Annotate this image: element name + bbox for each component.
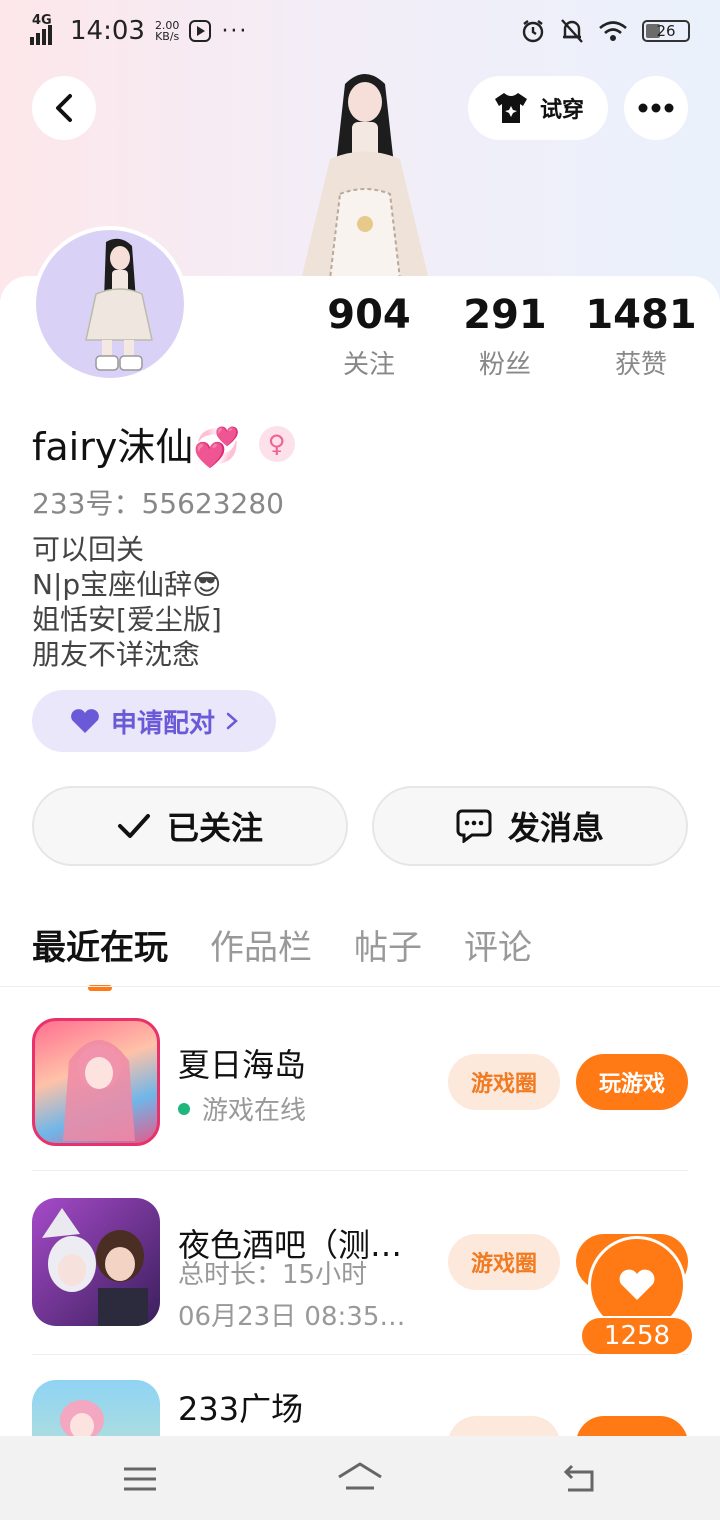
tshirt-icon [494,93,527,123]
back-button[interactable] [32,76,96,140]
tab-divider [0,986,720,987]
bio-line: 可以回关 [32,533,145,566]
stat-number: 1481 [585,292,697,338]
more-dots-icon [638,103,674,113]
online-status: 游戏在线 [178,1090,306,1127]
media-play-icon [189,20,212,42]
menu-icon[interactable] [122,1466,158,1492]
like-count-badge: 1258 [580,1316,694,1356]
last-played-time: 06月23日 08:35… [178,1302,406,1332]
list-item[interactable]: 夏日海岛 游戏在线 游戏圈 玩游戏 [32,1018,688,1148]
alarm-icon [522,20,544,43]
stat-followers[interactable]: 291 粉丝 [440,292,570,381]
game-icon [32,1018,160,1146]
tab-posts[interactable]: 帖子 [354,920,422,969]
chevron-left-icon [56,94,72,122]
system-navigation-bar [0,1436,720,1520]
tab-works[interactable]: 作品栏 [210,920,312,969]
check-icon [117,814,150,838]
bio-line: 姐恬安[爱尘版] [32,603,222,636]
online-dot [178,1102,190,1115]
profile-name: fairy沫仙💞 [32,425,241,469]
stat-number: 291 [463,292,547,338]
game-title: 夏日海岛 [178,1046,307,1084]
more-notifications: ··· [221,18,249,44]
bio-line: N|p宝座仙辞😎 [32,568,222,601]
stat-following[interactable]: 904 关注 [304,292,434,381]
send-message-button[interactable]: 发消息 [372,786,688,866]
clock: 14:03 [70,16,145,46]
list-item[interactable]: 夜色酒吧（测… 总时长：15小时 06月23日 08:35… 游戏圈 [32,1198,688,1332]
profile-bio: 可以回关 N|p宝座仙辞😎 姐恬安[爱尘版] 朋友不详沈悆 [32,532,222,672]
following-button[interactable]: 已关注 [32,786,348,866]
tab-recently-played[interactable]: 最近在玩 [32,920,168,991]
net-speed: 2.00 KB/s [154,19,180,43]
total-playtime: 总时长：15小时 [178,1260,368,1290]
send-message-label: 发消息 [507,809,604,847]
female-gender-icon: ♀ [258,425,295,462]
game-title: 233广场 [178,1390,304,1428]
wifi-icon [599,21,627,41]
stat-likes[interactable]: 1481 获赞 [576,292,706,381]
heart-icon [619,1269,655,1300]
stat-label: 关注 [342,350,395,380]
profile-name-row: fairy沫仙💞 ♀ [32,416,295,471]
home-icon[interactable] [336,1460,384,1494]
back-nav-icon[interactable] [562,1464,598,1494]
pair-label: 申请配对 [110,708,215,739]
profile-tabs: 最近在玩 作品栏 帖子 评论 [32,920,532,991]
battery-indicator: 26 [642,20,690,42]
list-divider [32,1354,688,1355]
try-on-button[interactable]: 试穿 [468,76,608,140]
pair-request-button[interactable]: 申请配对 [32,690,276,752]
game-circle-button[interactable]: 游戏圈 [448,1234,560,1290]
chat-bubble-icon [456,809,492,843]
try-on-label: 试穿 [539,98,584,123]
chevron-right-icon [226,712,238,730]
stat-number: 904 [327,292,411,338]
bio-line: 朋友不详沈悆 [32,638,201,671]
mute-bell-icon [561,19,583,43]
heart-icon [71,709,99,733]
game-circle-button[interactable]: 游戏圈 [448,1054,560,1110]
signal-icon: 4G [30,13,60,45]
avatar[interactable] [32,226,188,382]
play-game-button[interactable]: 玩游戏 [576,1054,688,1110]
status-bar: 4G 14:03 2.00 KB/s ··· 26 [0,0,720,64]
list-divider [32,1170,688,1171]
following-label: 已关注 [166,809,263,847]
stat-label: 粉丝 [478,350,531,380]
more-options-button[interactable] [624,76,688,140]
tab-comments[interactable]: 评论 [464,920,532,969]
stat-label: 获赞 [614,350,667,380]
game-icon [32,1198,160,1326]
avatar-character-figure [300,74,430,284]
user-id: 233号：55623280 [32,487,284,520]
